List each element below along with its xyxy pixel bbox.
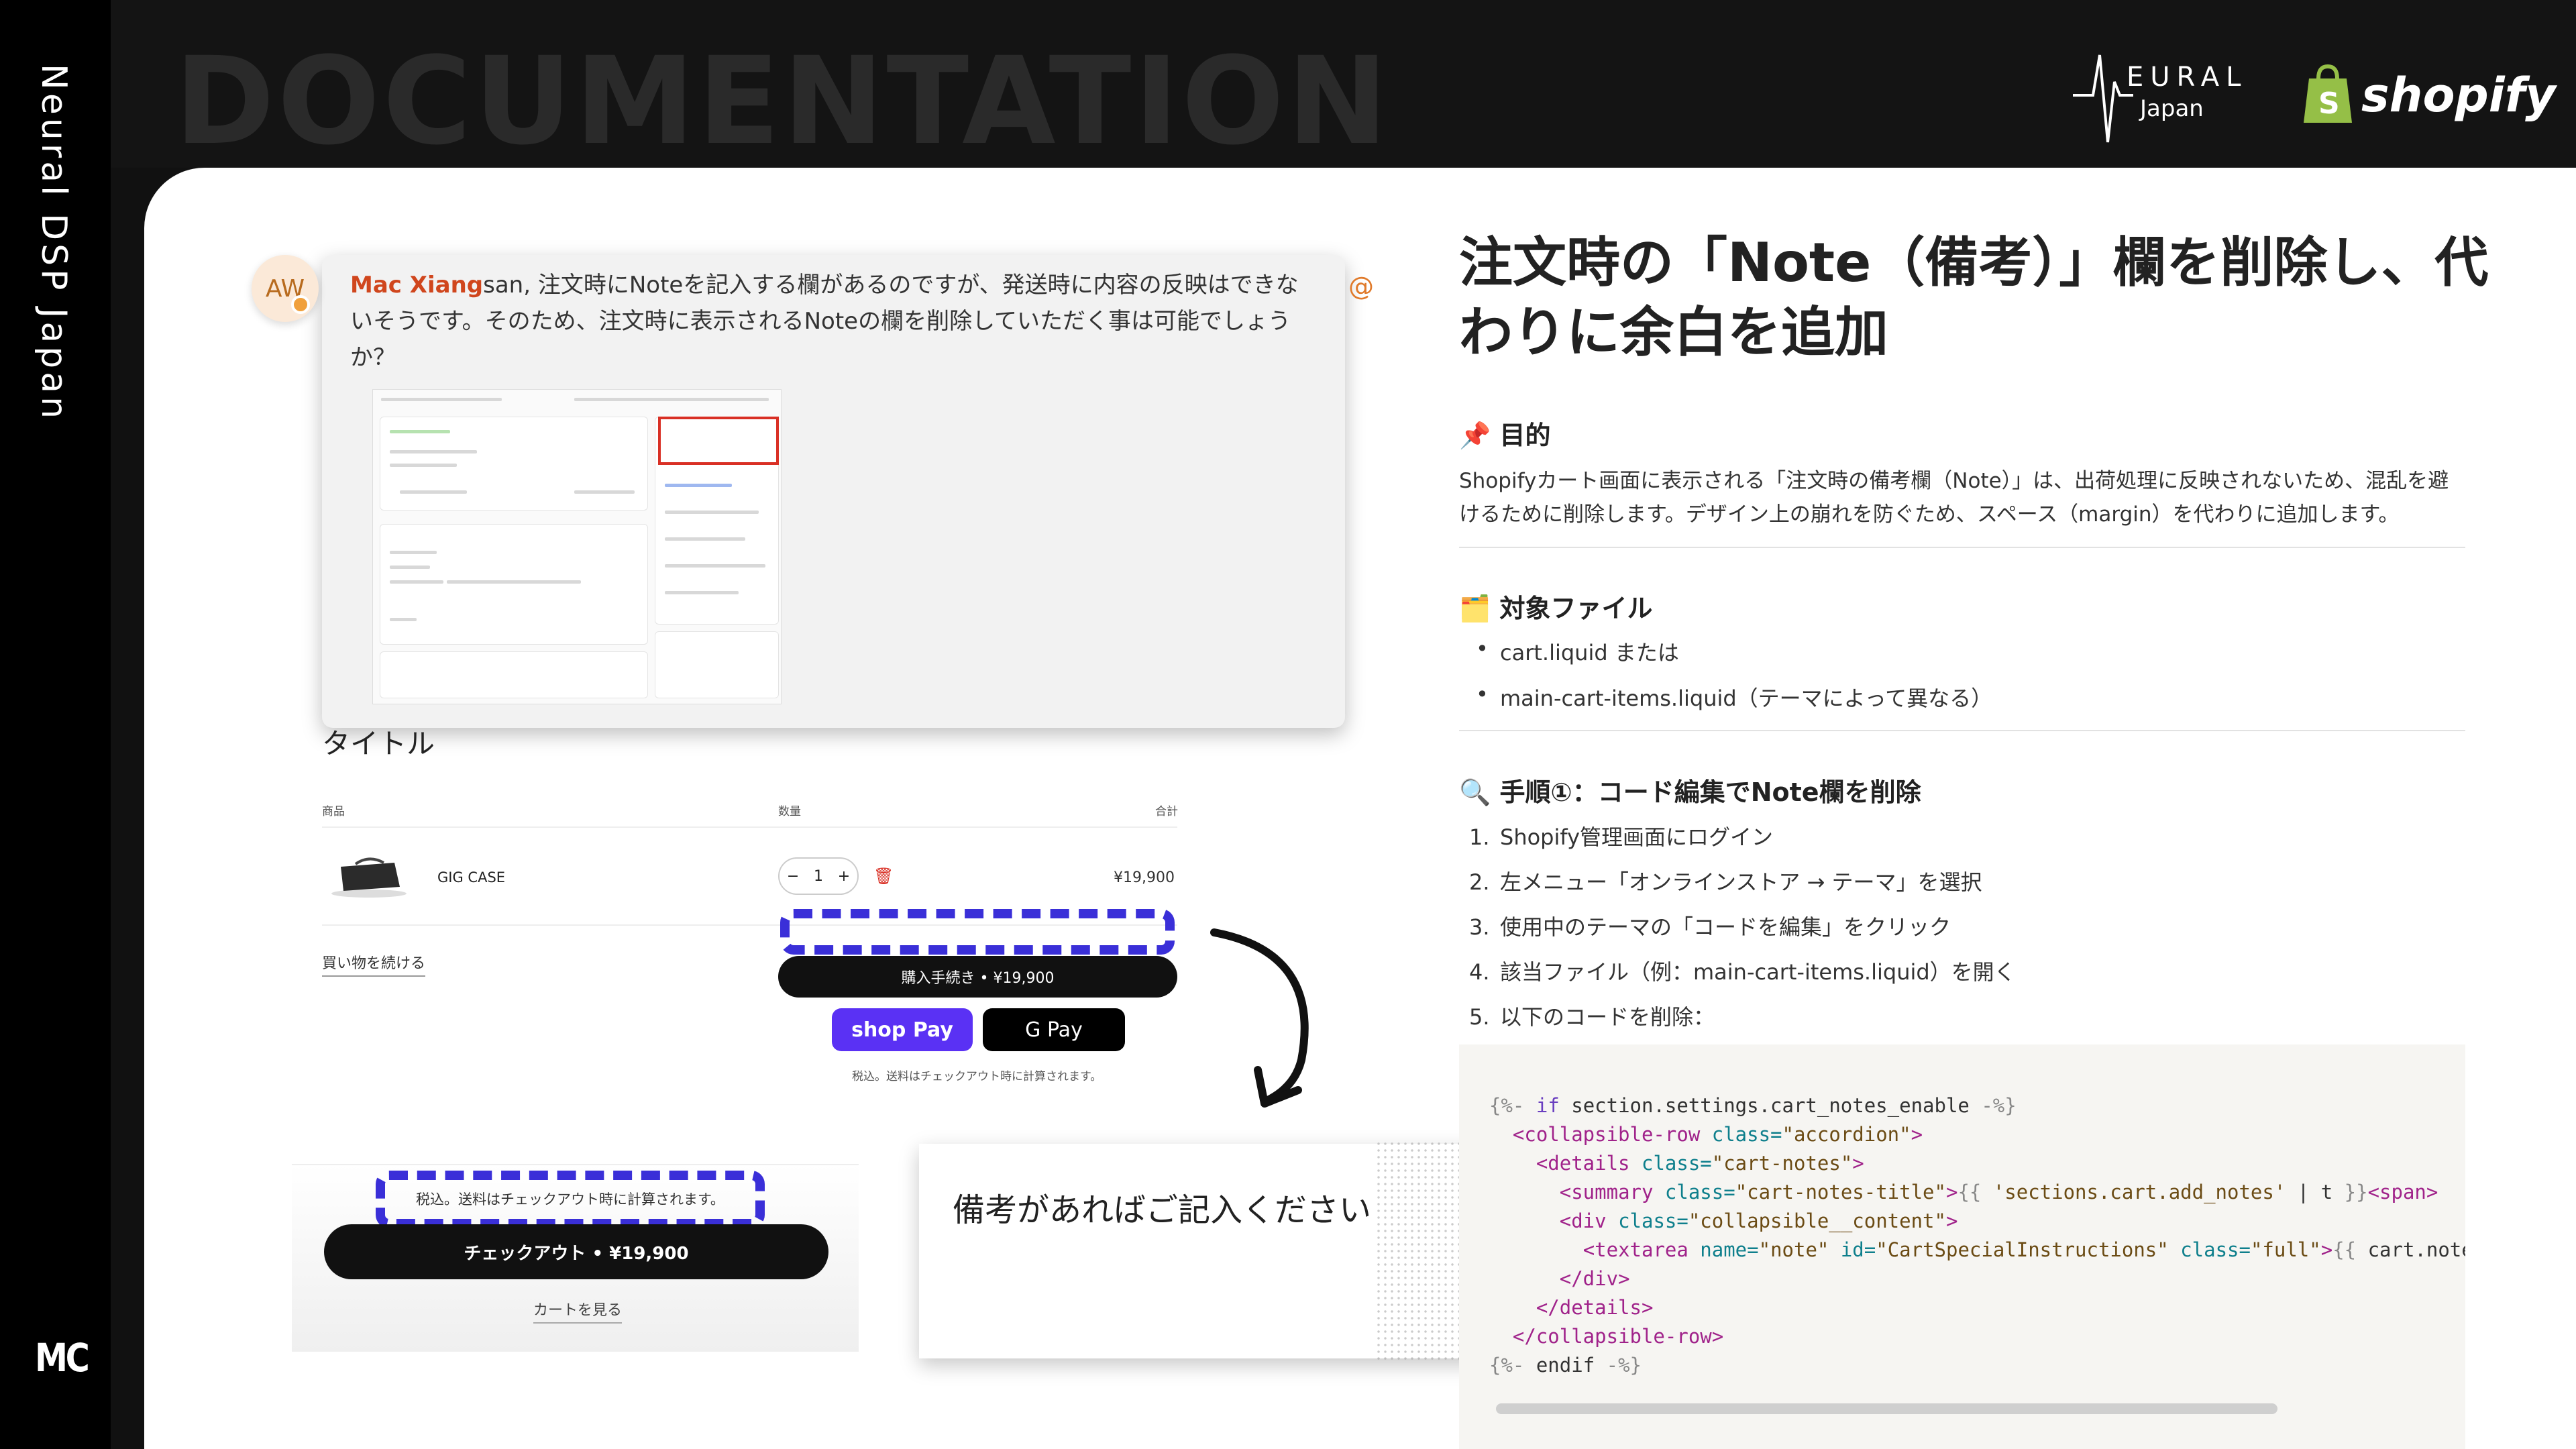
chat-author: Mac Xiang (350, 272, 484, 299)
steps-heading: 🔍 手順①：コード編集でNote欄を削除 (1459, 777, 1921, 807)
file-item: main-cart-items.liquid（テーマによって異なる） (1476, 682, 1992, 712)
divider (1459, 730, 2465, 731)
avatar: AW (252, 255, 319, 322)
column-total: 合計 (1155, 805, 1178, 818)
note-highlight-box (658, 417, 779, 465)
mention-icon[interactable]: @ (1348, 272, 1374, 301)
status-dot-icon (291, 295, 310, 314)
continue-shopping-link[interactable]: 買い物を続ける (322, 951, 426, 977)
shopify-word: shopify (2361, 68, 2556, 123)
line-price: ¥19,900 (1114, 869, 1175, 886)
divider (1459, 547, 2465, 548)
left-rail: Neural DSP Japan MC (0, 0, 111, 1449)
documentation-title: DOCUMENTATION (174, 32, 1391, 172)
shopify-logo: S shopify (2301, 64, 2556, 131)
trash-icon[interactable]: 🗑 (873, 867, 894, 885)
file-item: cart.liquid または (1476, 636, 1679, 667)
increment-button[interactable]: + (838, 868, 850, 885)
neural-sub: Japan (2140, 95, 2204, 122)
note-placeholder: 備考があればご記入ください (953, 1191, 1372, 1229)
step-item: 1. Shopify管理画面にログイン (1469, 824, 1774, 850)
code-block[interactable]: {%- if section.settings.cart_notes_enabl… (1459, 1044, 2465, 1449)
order-screenshot (372, 389, 782, 704)
cart-title: タイトル (322, 727, 435, 760)
page-title: 注文時の「Note（備考）」欄を削除し、代わりに余白を追加 (1459, 231, 2489, 364)
step-item: 4. 該当ファイル（例：main-cart-items.liquid）を開く (1469, 959, 2016, 985)
column-product: 商品 (322, 805, 345, 818)
neural-dsp-logo: EURAL Japan (2073, 42, 2267, 149)
chat-body: san, 注文時にNoteを記入する欄があるのですが、発送時に内容の反映はできな… (350, 272, 1299, 371)
quantity-stepper[interactable]: − 1 + (778, 857, 859, 895)
removed-note-highlight (780, 909, 1175, 955)
tax-note: 税込。送料はチェックアウト時に計算されます。 (852, 1070, 1102, 1083)
product-name[interactable]: GIG CASE (437, 869, 505, 885)
divider (322, 826, 1177, 828)
neural-word: EURAL (2127, 62, 2248, 93)
google-pay-button[interactable]: G Pay (983, 1008, 1125, 1051)
purpose-body: Shopifyカート画面に表示される「注文時の備考欄（Note）」は、出荷処理に… (1459, 469, 2449, 527)
code-snippet: {%- if section.settings.cart_notes_enabl… (1489, 1094, 2465, 1377)
purpose-heading: 📌 目的 (1459, 421, 1551, 450)
checkout-button[interactable]: 購入手続き • ¥19,900 (778, 956, 1177, 998)
heartbeat-icon (2073, 54, 2133, 143)
shopify-bag-icon: S (2304, 64, 2352, 123)
product-thumbnail (331, 857, 407, 898)
quantity-value: 1 (813, 867, 823, 885)
chat-message: Mac Xiangsan, 注文時にNoteを記入する欄があるのですが、発送時に… (350, 267, 1309, 376)
decrement-button[interactable]: − (787, 868, 799, 885)
mobile-checkout-button[interactable]: チェックアウト • ¥19,900 (324, 1224, 828, 1279)
horizontal-scrollbar[interactable] (1496, 1403, 2277, 1414)
divider (292, 1164, 859, 1165)
files-heading: 🗂️ 対象ファイル (1459, 594, 1653, 623)
step-item: 3. 使用中のテーマの「コードを編集」をクリック (1469, 914, 1951, 940)
rail-title: Neural DSP Japan (34, 64, 74, 423)
step-item: 2. 左メニュー「オンラインストア → テーマ」を選択 (1469, 869, 1982, 895)
mobile-tax-note: 税込。送料はチェックアウト時に計算されます。 (416, 1191, 724, 1208)
step-item: 5. 以下のコードを削除： (1469, 1004, 1715, 1030)
column-quantity: 数量 (778, 805, 801, 818)
view-cart-link[interactable]: カートを見る (533, 1298, 623, 1324)
shop-pay-button[interactable]: shop Pay (832, 1008, 973, 1051)
svg-text:S: S (2318, 87, 2340, 121)
mc-logo: MC (35, 1335, 90, 1381)
curved-arrow-icon (1210, 928, 1309, 1108)
